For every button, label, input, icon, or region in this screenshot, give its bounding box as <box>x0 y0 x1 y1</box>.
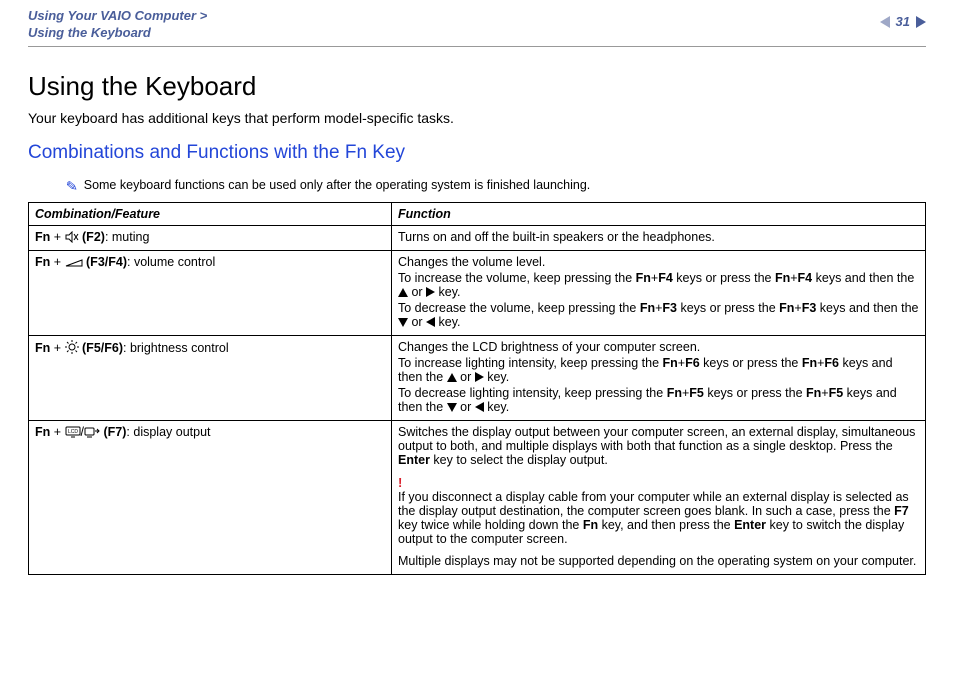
combo-cell: Fn + (F5/F6): brightness control <box>29 335 392 420</box>
breadcrumb-line1: Using Your VAIO Computer > <box>28 8 207 23</box>
fn-label: Fn <box>35 230 50 244</box>
brightness-icon <box>65 340 79 354</box>
combo-desc: : brightness control <box>123 341 229 355</box>
fn-label: Fn <box>35 341 50 355</box>
divider <box>28 46 926 47</box>
func-text: Multiple displays may not be supported d… <box>398 554 919 568</box>
fn-table: Combination/Feature Function Fn + (F2): … <box>28 202 926 575</box>
section-title: Combinations and Functions with the Fn K… <box>28 142 926 164</box>
fn-label: Fn <box>35 255 50 269</box>
combo-cell: Fn + (F3/F4): volume control <box>29 250 392 335</box>
func-text: Changes the volume level. <box>398 255 919 269</box>
func-text: Changes the LCD brightness of your compu… <box>398 340 919 354</box>
arrow-left-icon <box>475 402 484 412</box>
key-label: (F5/F6) <box>82 341 123 355</box>
combo-desc: : muting <box>105 230 149 244</box>
function-cell: Changes the LCD brightness of your compu… <box>392 335 926 420</box>
combo-desc: : volume control <box>127 255 215 269</box>
table-row: Fn + (F2): muting Turns on and off the b… <box>29 225 926 250</box>
breadcrumb: Using Your VAIO Computer > Using the Key… <box>28 8 207 42</box>
volume-icon <box>65 258 83 268</box>
arrow-right-icon <box>475 372 484 382</box>
display-output-icon <box>84 426 100 438</box>
function-cell: Turns on and off the built-in speakers o… <box>392 225 926 250</box>
func-text: To decrease the volume, keep pressing th… <box>398 301 919 329</box>
arrow-left-icon <box>426 317 435 327</box>
next-page-icon[interactable] <box>916 16 926 28</box>
table-row: Fn + (F5/F6): brightness control Changes… <box>29 335 926 420</box>
func-text: To decrease lighting intensity, keep pre… <box>398 386 919 414</box>
table-row: Fn + (F3/F4): volume control Changes the… <box>29 250 926 335</box>
func-text: To increase lighting intensity, keep pre… <box>398 356 919 384</box>
arrow-down-icon <box>447 403 457 412</box>
arrow-up-icon <box>447 373 457 382</box>
page-number: 31 <box>896 14 910 29</box>
page-title: Using the Keyboard <box>28 71 926 102</box>
key-label: (F7) <box>104 425 127 439</box>
lcd-icon: LCD <box>65 426 81 438</box>
function-cell: Changes the volume level. To increase th… <box>392 250 926 335</box>
func-text: Turns on and off the built-in speakers o… <box>398 230 919 244</box>
note-text: Some keyboard functions can be used only… <box>84 178 591 192</box>
arrow-up-icon <box>398 288 408 297</box>
table-row: Fn + LCD/ (F7): display output Switches … <box>29 420 926 574</box>
col-header-combo: Combination/Feature <box>29 202 392 225</box>
combo-cell: Fn + (F2): muting <box>29 225 392 250</box>
pencil-icon: ✎ <box>65 178 78 193</box>
pager: 31 <box>880 8 926 29</box>
key-label: (F3/F4) <box>86 255 127 269</box>
func-text: If you disconnect a display cable from y… <box>398 490 919 546</box>
func-text: To increase the volume, keep pressing th… <box>398 271 919 299</box>
function-cell: Switches the display output between your… <box>392 420 926 574</box>
arrow-right-icon <box>426 287 435 297</box>
key-label: (F2) <box>82 230 105 244</box>
arrow-down-icon <box>398 318 408 327</box>
combo-desc: : display output <box>126 425 210 439</box>
prev-page-icon[interactable] <box>880 16 890 28</box>
func-text: Switches the display output between your… <box>398 425 919 467</box>
svg-text:LCD: LCD <box>68 429 78 435</box>
intro-text: Your keyboard has additional keys that p… <box>28 110 926 126</box>
mute-icon <box>65 231 79 243</box>
fn-label: Fn <box>35 425 50 439</box>
combo-cell: Fn + LCD/ (F7): display output <box>29 420 392 574</box>
breadcrumb-line2: Using the Keyboard <box>28 25 151 40</box>
warning-icon: ! <box>398 475 919 490</box>
col-header-function: Function <box>392 202 926 225</box>
note: ✎ Some keyboard functions can be used on… <box>66 178 926 192</box>
